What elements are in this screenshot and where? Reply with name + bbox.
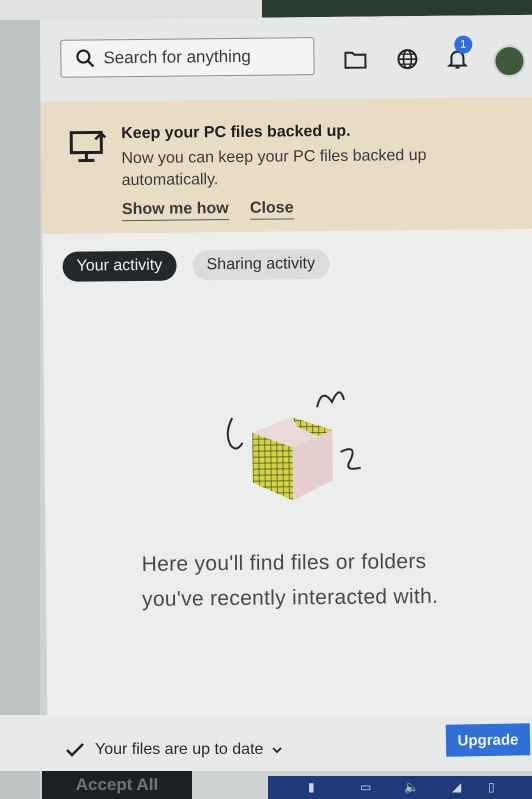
wifi-tray-icon[interactable]: ◢ <box>452 780 461 794</box>
empty-state-message: Here you'll find files or folders you've… <box>141 549 439 611</box>
close-banner-link[interactable]: Close <box>249 199 294 220</box>
monitor-upload-icon <box>69 130 107 163</box>
search-placeholder: Search for anything <box>103 46 251 68</box>
screen-bezel <box>0 0 40 799</box>
tab-sharing-activity[interactable]: Sharing activity <box>192 248 330 281</box>
globe-icon[interactable] <box>396 48 418 70</box>
network-tray-icon[interactable]: ▮ <box>308 780 315 794</box>
app-panel: Search for anything 1 Keep your PC files… <box>40 14 532 740</box>
chevron-down-icon[interactable] <box>272 747 282 754</box>
show-me-how-link[interactable]: Show me how <box>121 200 229 222</box>
volume-tray-icon[interactable]: 🔈 <box>404 780 419 794</box>
banner-description: Now you can keep your PC files backed up… <box>121 146 427 190</box>
accept-all-button[interactable]: Accept All <box>42 771 192 799</box>
banner-title: Keep your PC files backed up. <box>121 122 351 143</box>
os-taskbar: ▮ ▭ 🔈 ◢ ▯ <box>268 776 532 799</box>
empty-box-illustration <box>226 391 361 501</box>
sync-status[interactable]: Your files are up to date <box>95 741 263 759</box>
upgrade-button[interactable]: Upgrade <box>445 723 531 757</box>
search-input[interactable]: Search for anything <box>60 37 315 78</box>
folder-icon[interactable] <box>344 49 367 71</box>
usb-tray-icon[interactable]: ▭ <box>360 780 371 794</box>
top-bar: Search for anything 1 <box>40 14 532 102</box>
search-icon <box>76 49 95 68</box>
tab-your-activity[interactable]: Your activity <box>62 250 177 282</box>
backup-banner: Keep your PC files backed up. Now you ca… <box>40 96 532 234</box>
notification-badge: 1 <box>454 35 473 54</box>
check-icon <box>66 743 84 757</box>
notification-tray-icon[interactable]: ▯ <box>488 780 495 794</box>
avatar[interactable] <box>493 44 526 78</box>
